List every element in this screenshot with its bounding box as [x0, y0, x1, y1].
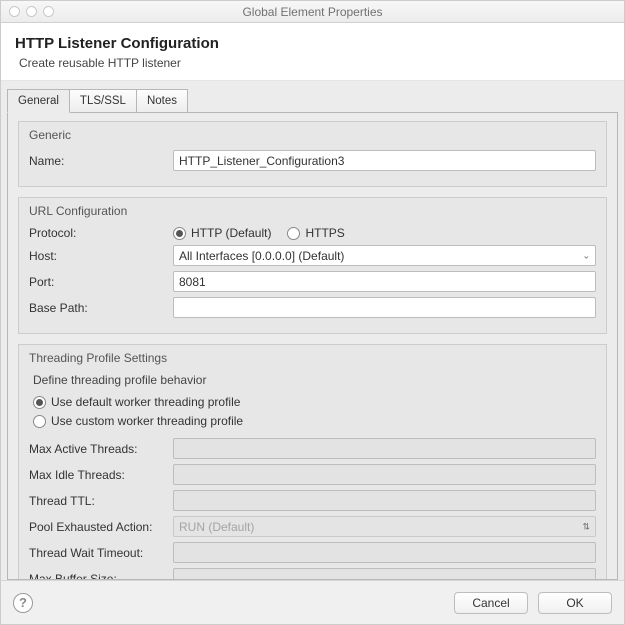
group-threading: Threading Profile Settings Define thread…	[18, 344, 607, 580]
thread-wait-input	[173, 542, 596, 563]
page-subtitle: Create reusable HTTP listener	[19, 56, 610, 70]
threading-default-radio[interactable]: Use default worker threading profile	[33, 395, 240, 409]
thread-wait-label: Thread Wait Timeout:	[29, 546, 167, 560]
pool-exhausted-select: RUN (Default)	[173, 516, 596, 537]
max-active-label: Max Active Threads:	[29, 442, 167, 456]
radio-icon	[33, 396, 46, 409]
threading-subhead: Define threading profile behavior	[33, 373, 596, 387]
pool-exhausted-label: Pool Exhausted Action:	[29, 520, 167, 534]
tab-strip: General TLS/SSL Notes	[7, 89, 618, 113]
titlebar: Global Element Properties	[1, 1, 624, 23]
basepath-input[interactable]	[173, 297, 596, 318]
ok-button[interactable]: OK	[538, 592, 612, 614]
window-title: Global Element Properties	[1, 5, 624, 19]
dialog-footer: ? Cancel OK	[1, 580, 624, 624]
max-buffer-input	[173, 568, 596, 580]
protocol-http-radio-label: HTTP (Default)	[191, 226, 271, 240]
max-idle-input	[173, 464, 596, 485]
radio-icon	[287, 227, 300, 240]
tab-general[interactable]: General	[7, 89, 70, 113]
tab-tls-ssl[interactable]: TLS/SSL	[69, 89, 137, 113]
protocol-https-radio[interactable]: HTTPS	[287, 226, 344, 240]
content-area: General TLS/SSL Notes Generic Name: URL …	[1, 81, 624, 580]
protocol-label: Protocol:	[29, 226, 167, 240]
port-label: Port:	[29, 275, 167, 289]
protocol-radio-group: HTTP (Default) HTTPS	[173, 226, 345, 240]
threading-custom-radio-label: Use custom worker threading profile	[51, 414, 243, 428]
max-active-input	[173, 438, 596, 459]
dialog-header: HTTP Listener Configuration Create reusa…	[1, 23, 624, 81]
max-idle-label: Max Idle Threads:	[29, 468, 167, 482]
protocol-http-radio[interactable]: HTTP (Default)	[173, 226, 271, 240]
cancel-button[interactable]: Cancel	[454, 592, 528, 614]
max-buffer-label: Max Buffer Size:	[29, 572, 167, 581]
name-label: Name:	[29, 154, 167, 168]
help-icon[interactable]: ?	[13, 593, 33, 613]
host-label: Host:	[29, 249, 167, 263]
group-generic-legend: Generic	[29, 128, 596, 142]
group-url: URL Configuration Protocol: HTTP (Defaul…	[18, 197, 607, 334]
thread-ttl-input	[173, 490, 596, 511]
group-generic: Generic Name:	[18, 121, 607, 187]
tab-notes[interactable]: Notes	[136, 89, 188, 113]
protocol-https-radio-label: HTTPS	[305, 226, 344, 240]
radio-icon	[173, 227, 186, 240]
tabpanel-general: Generic Name: URL Configuration Protocol…	[7, 112, 618, 580]
port-input[interactable]	[173, 271, 596, 292]
group-threading-legend: Threading Profile Settings	[29, 351, 596, 365]
host-select[interactable]: All Interfaces [0.0.0.0] (Default)	[173, 245, 596, 266]
name-input[interactable]	[173, 150, 596, 171]
page-title: HTTP Listener Configuration	[15, 35, 610, 52]
threading-custom-radio[interactable]: Use custom worker threading profile	[33, 414, 243, 428]
threading-default-radio-label: Use default worker threading profile	[51, 395, 240, 409]
group-url-legend: URL Configuration	[29, 204, 596, 218]
dialog-window: Global Element Properties HTTP Listener …	[0, 0, 625, 625]
radio-icon	[33, 415, 46, 428]
thread-ttl-label: Thread TTL:	[29, 494, 167, 508]
dialog-body: General TLS/SSL Notes Generic Name: URL …	[1, 81, 624, 580]
basepath-label: Base Path:	[29, 301, 167, 315]
